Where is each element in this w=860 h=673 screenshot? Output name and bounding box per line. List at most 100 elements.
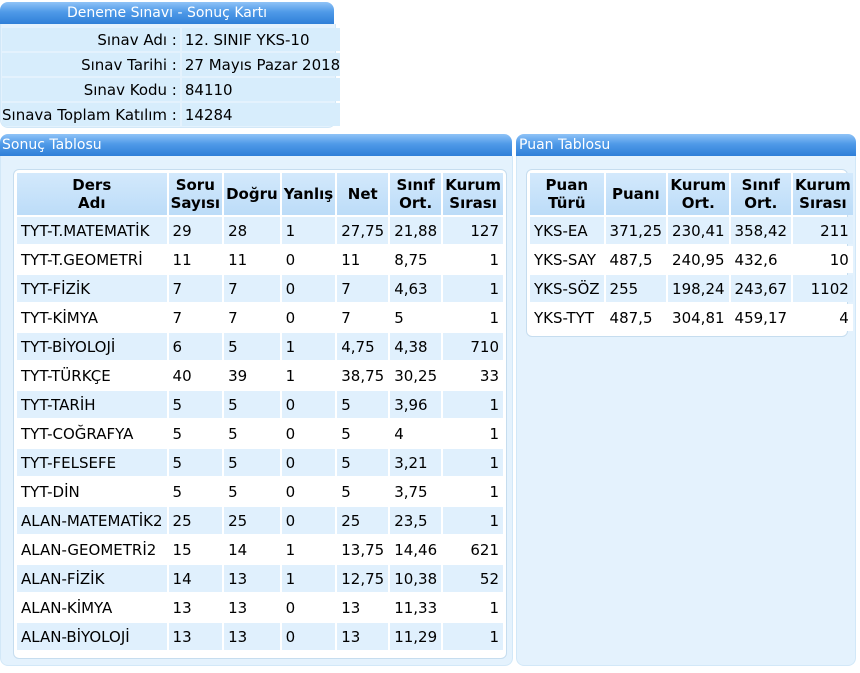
- result-card-title: Deneme Sınavı - Sonuç Kartı: [67, 5, 267, 21]
- results-cell: 14: [168, 565, 223, 592]
- exam-info-label: Sınav Kodu :: [2, 78, 180, 101]
- results-cell: ALAN-KİMYA: [17, 594, 167, 621]
- scores-column-header: Puan Türü: [530, 173, 604, 215]
- scores-cell: YKS-SAY: [530, 246, 604, 273]
- results-cell: 5: [337, 420, 389, 447]
- results-cell: 1: [443, 623, 503, 650]
- results-cell: 13: [337, 594, 389, 621]
- results-cell: 1: [281, 536, 336, 563]
- results-cell: 0: [281, 275, 336, 302]
- scores-cell: 371,25: [605, 217, 667, 244]
- results-cell: 7: [224, 275, 280, 302]
- results-cell: 4,63: [390, 275, 442, 302]
- results-cell: 1: [281, 565, 336, 592]
- results-cell: 5: [390, 304, 442, 331]
- exam-info-label: Sınava Toplam Katılım :: [2, 103, 180, 126]
- scores-column-header: Kurum Sırası: [793, 173, 853, 215]
- results-cell: 38,75: [337, 362, 389, 389]
- results-cell: 0: [281, 391, 336, 418]
- scores-cell: YKS-TYT: [530, 304, 604, 331]
- results-cell: 13: [337, 623, 389, 650]
- results-cell: 0: [281, 623, 336, 650]
- table-row: TYT-TÜRKÇE 40 39 1 38,75 30,25 33: [17, 362, 503, 389]
- scores-cell: 198,24: [668, 275, 729, 302]
- table-row: TYT-TARİH 5 5 0 5 3,96 1: [17, 391, 503, 418]
- table-row: TYT-T.MATEMATİK 29 28 1 27,75 21,88 127: [17, 217, 503, 244]
- results-cell: 30,25: [390, 362, 442, 389]
- results-cell: 127: [443, 217, 503, 244]
- table-row: ALAN-FİZİK 14 13 1 12,75 10,38 52: [17, 565, 503, 592]
- exam-info-value: 27 Mayıs Pazar 2018: [181, 53, 341, 76]
- table-row: YKS-SAY 487,5 240,95 432,6 10: [530, 246, 853, 273]
- scores-cell: YKS-EA: [530, 217, 604, 244]
- results-cell: ALAN-BİYOLOJİ: [17, 623, 167, 650]
- table-row: TYT-DİN 5 5 0 5 3,75 1: [17, 478, 503, 505]
- results-cell: 5: [168, 478, 223, 505]
- scores-title: Puan Tablosu: [519, 137, 611, 153]
- results-cell: 3,96: [390, 391, 442, 418]
- results-cell: 1: [443, 420, 503, 447]
- results-cell: 1: [443, 507, 503, 534]
- table-row: TYT-FELSEFE 5 5 0 5 3,21 1: [17, 449, 503, 476]
- scores-cell: 1102: [793, 275, 853, 302]
- results-cell: ALAN-GEOMETRİ2: [17, 536, 167, 563]
- exam-info-row: Sınav Kodu :84110: [2, 78, 341, 101]
- results-cell: 15: [168, 536, 223, 563]
- results-table-frame: Ders Adı Soru Sayısı Doğru Yanlış Net Sınıf O…: [13, 169, 507, 659]
- results-cell: 1: [281, 217, 336, 244]
- results-cell: TYT-TARİH: [17, 391, 167, 418]
- results-cell: TYT-TÜRKÇE: [17, 362, 167, 389]
- results-cell: 10,38: [390, 565, 442, 592]
- results-cell: TYT-DİN: [17, 478, 167, 505]
- results-cell: 0: [281, 420, 336, 447]
- results-cell: 13: [168, 594, 223, 621]
- results-cell: 1: [281, 333, 336, 360]
- results-cell: 5: [168, 391, 223, 418]
- results-title: Sonuç Tablosu: [2, 137, 102, 153]
- results-cell: 4,38: [390, 333, 442, 360]
- table-row: ALAN-MATEMATİK2 25 25 0 25 23,5 1: [17, 507, 503, 534]
- results-cell: 4: [390, 420, 442, 447]
- results-cell: TYT-KİMYA: [17, 304, 167, 331]
- results-cell: TYT-T.MATEMATİK: [17, 217, 167, 244]
- result-card-title-bar: Deneme Sınavı - Sonuç Kartı: [0, 2, 334, 24]
- results-cell: 13: [224, 594, 280, 621]
- results-cell: 0: [281, 304, 336, 331]
- results-cell: 5: [337, 449, 389, 476]
- scores-table-frame: Puan Türü Puanı Kurum Ort. Sınıf Ort. Kurum …: [526, 169, 853, 337]
- results-cell: 5: [224, 449, 280, 476]
- table-row: ALAN-KİMYA 13 13 0 13 11,33 1: [17, 594, 503, 621]
- results-cell: 1: [443, 391, 503, 418]
- table-row: ALAN-BİYOLOJİ 13 13 0 13 11,29 1: [17, 623, 503, 650]
- results-cell: 1: [443, 478, 503, 505]
- scores-cell: 304,81: [668, 304, 729, 331]
- results-cell: ALAN-MATEMATİK2: [17, 507, 167, 534]
- results-column-header: Doğru: [224, 173, 280, 215]
- scores-cell: 243,67: [730, 275, 792, 302]
- table-row: TYT-FİZİK 7 7 0 7 4,63 1: [17, 275, 503, 302]
- exam-info-value: 84110: [181, 78, 341, 101]
- results-cell: 3,21: [390, 449, 442, 476]
- results-column-header: Kurum Sırası: [443, 173, 503, 215]
- results-cell: 0: [281, 246, 336, 273]
- scores-column-header: Sınıf Ort.: [730, 173, 792, 215]
- results-cell: TYT-BİYOLOJİ: [17, 333, 167, 360]
- results-cell: 23,5: [390, 507, 442, 534]
- results-cell: 11: [337, 246, 389, 273]
- results-cell: 25: [224, 507, 280, 534]
- results-cell: 8,75: [390, 246, 442, 273]
- scores-title-bar: Puan Tablosu: [516, 134, 856, 156]
- results-cell: TYT-FELSEFE: [17, 449, 167, 476]
- scores-cell: 240,95: [668, 246, 729, 273]
- results-cell: 28: [224, 217, 280, 244]
- results-cell: 0: [281, 507, 336, 534]
- results-cell: 52: [443, 565, 503, 592]
- results-cell: 11,33: [390, 594, 442, 621]
- results-cell: ALAN-FİZİK: [17, 565, 167, 592]
- results-cell: 7: [224, 304, 280, 331]
- scores-table: Puan Türü Puanı Kurum Ort. Sınıf Ort. Kurum …: [528, 171, 855, 333]
- results-cell: 25: [337, 507, 389, 534]
- results-column-header: Ders Adı: [17, 173, 167, 215]
- exam-info-table: Sınav Adı :12. SINIF YKS-10 Sınav Tarihi …: [0, 26, 342, 128]
- results-cell: TYT-T.GEOMETRİ: [17, 246, 167, 273]
